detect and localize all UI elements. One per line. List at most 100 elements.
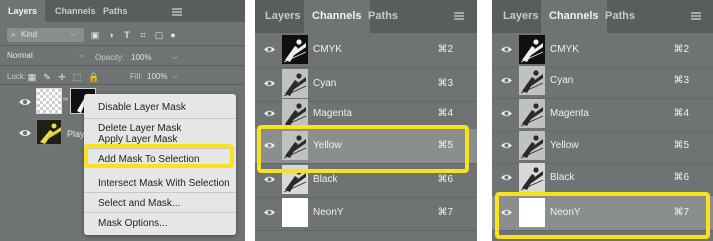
eye-icon[interactable] [18,97,32,107]
panel-menu-icon[interactable] [454,12,464,20]
channels-tab-bar: Layers Channels Paths [255,0,477,33]
lock-all-icon[interactable]: 🔒 [88,72,99,82]
lock-transparent-icon[interactable]: ▦ [27,72,37,82]
player-image [37,120,61,144]
panel-menu-icon[interactable] [172,8,182,16]
eye-icon[interactable] [500,173,513,182]
tab-layers[interactable]: Layers [0,0,46,22]
lock-artboard-icon[interactable]: ⬚ [72,72,82,82]
channel-name: CMYK [313,44,342,55]
lock-label: Lock: [7,72,27,81]
channel-name: Cyan [313,78,337,89]
opacity-label: Opacity: [95,53,125,62]
eye-icon[interactable] [263,109,276,118]
tab-layers[interactable]: Layers [503,0,538,33]
channel-row-cyan[interactable]: Cyan ⌘3 [492,64,713,98]
tab-channels[interactable]: Channels [304,0,370,33]
channel-shortcut: ⌘2 [673,44,689,55]
link-chain-icon[interactable]: ∞ [63,96,68,103]
filter-toggle-icon[interactable]: ● [168,30,178,40]
highlight-outline [257,125,469,173]
eye-icon[interactable] [18,128,32,138]
menu-item-disable-layer-mask[interactable]: Disable Layer Mask [98,102,186,113]
chevron-down-icon[interactable]: ⌵ [172,54,177,62]
channel-name: Black [550,172,575,183]
blend-mode-value: Normal [7,51,33,60]
eye-icon[interactable] [263,175,276,184]
eye-icon[interactable] [500,76,513,85]
channel-shortcut: ⌘5 [673,140,689,151]
channel-name: Magenta [550,108,589,119]
fill-label: Fill: [130,72,143,81]
filter-kind-select[interactable]: ⌕ Kind ⌵ [7,28,84,42]
highlight-outline [495,192,710,239]
smart-object-filter-icon[interactable]: ▢ [154,30,164,40]
search-icon: ⌕ [11,30,16,39]
filter-kind-label: Kind [21,30,38,39]
divider [0,84,245,85]
lock-position-icon[interactable]: ✛ [57,72,67,82]
tab-layers[interactable]: Layers [265,0,300,33]
lock-image-icon[interactable]: ✎ [42,72,52,82]
channel-row-black[interactable]: Black ⌘6 [492,161,713,195]
menu-separator [84,192,236,193]
tab-paths[interactable]: Paths [103,0,128,22]
channel-name: NeonY [313,207,344,218]
channels-panel: Layers Channels Paths CMYK ⌘2 Cyan ⌘3 Magent… [492,0,713,241]
layers-tab-bar: Layers Channels Paths [0,0,245,22]
channel-name: Yellow [550,140,579,151]
channel-shortcut: ⌘3 [673,75,689,86]
menu-item-mask-options[interactable]: Mask Options... [98,218,167,229]
panel-menu-icon[interactable] [691,12,701,20]
eye-icon[interactable] [263,79,276,88]
channel-shortcut: ⌘6 [673,172,689,183]
channels-tab-bar: Layers Channels Paths [492,0,713,33]
menu-item-select-and-mask[interactable]: Select and Mask... [98,198,180,209]
menu-item-delete-layer-mask[interactable]: Delete Layer Mask [98,123,181,134]
eye-icon[interactable] [500,109,513,118]
channel-thumbnail [282,69,308,98]
menu-item-intersect-mask-with-selection[interactable]: Intersect Mask With Selection [98,178,230,189]
channel-shortcut: ⌘4 [673,108,689,119]
pixel-filter-icon[interactable]: ▣ [90,30,100,40]
shape-filter-icon[interactable]: ⌗ [138,30,148,40]
channel-row-magenta[interactable]: Magenta ⌘4 [492,97,713,131]
channel-shortcut: ⌘6 [437,174,453,185]
chevron-down-icon: ⌵ [79,52,85,59]
eye-icon[interactable] [500,45,513,54]
channels-panel: Layers Channels Paths CMYK ⌘2 Cyan ⌘3 Magent… [255,0,477,241]
channel-thumbnail [282,99,308,128]
fill-value[interactable]: 100% [147,72,167,81]
adjustment-filter-icon[interactable]: ◑ [106,30,116,40]
channel-thumbnail [519,35,545,64]
channel-shortcut: ⌘4 [437,108,453,119]
layers-panel: Layers Channels Paths ⌕ Kind ⌵ ▣ ◑ T ⌗ ▢… [0,0,245,241]
channel-row-cmyk[interactable]: CMYK ⌘2 [255,33,477,67]
channel-name: CMYK [550,44,579,55]
eye-icon[interactable] [263,45,276,54]
channel-row-yellow[interactable]: Yellow ⌘5 [492,129,713,163]
tab-paths[interactable]: Paths [605,0,635,33]
channel-divider [255,230,477,231]
tab-paths[interactable]: Paths [368,0,398,33]
channel-shortcut: ⌘3 [437,78,453,89]
channel-row-cyan[interactable]: Cyan ⌘3 [255,67,477,101]
divider [0,65,245,66]
channel-thumbnail [519,163,545,192]
channel-name: Cyan [550,75,574,86]
channel-thumbnail [282,198,308,227]
divider [0,45,245,46]
blend-mode-select[interactable]: Normal ⌵ [7,48,89,62]
type-filter-icon[interactable]: T [122,30,132,40]
eye-icon[interactable] [263,208,276,217]
opacity-value[interactable]: 100% [131,53,151,62]
eye-icon[interactable] [500,141,513,150]
chevron-down-icon[interactable]: ⌵ [172,73,177,81]
channel-row-neony[interactable]: NeonY ⌘7 [255,196,477,230]
channel-name: Magenta [313,108,352,119]
channel-row-cmyk[interactable]: CMYK ⌘2 [492,33,713,67]
channel-shortcut: ⌘7 [437,207,453,218]
layer-thumbnail [36,88,62,114]
tab-channels[interactable]: Channels [55,0,96,22]
tab-channels[interactable]: Channels [541,0,607,33]
